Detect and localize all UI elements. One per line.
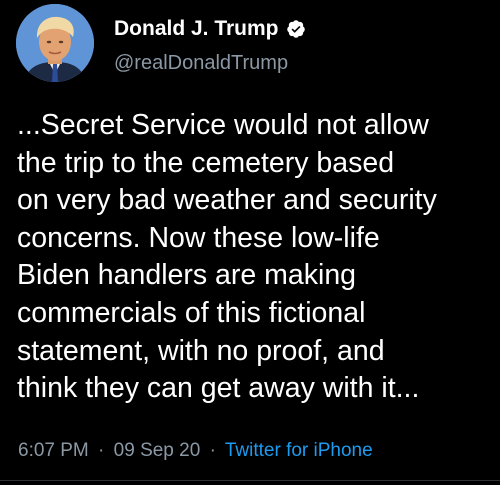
author-handle[interactable]: @realDonaldTrump xyxy=(114,52,288,75)
tweet-time[interactable]: 6:07 PM xyxy=(18,440,89,461)
tweet-text-line: think they can get away with it... xyxy=(17,372,420,405)
tweet-text-line: concerns. Now these low-life xyxy=(17,221,380,254)
tweet-text: ...Secret Service would not allow the tr… xyxy=(17,107,497,408)
author-display-name[interactable]: Donald J. Trump xyxy=(114,17,279,41)
tweet-source-link[interactable]: Twitter for iPhone xyxy=(225,440,373,461)
avatar-image xyxy=(16,4,94,82)
divider xyxy=(0,480,500,481)
verified-badge-icon xyxy=(286,19,306,39)
tweet-card: Donald J. Trump @realDonaldTrump ...Secr… xyxy=(0,0,500,485)
tweet-text-line: statement, with no proof, and xyxy=(17,334,385,367)
tweet-date[interactable]: 09 Sep 20 xyxy=(114,440,201,461)
tweet-metadata: 6:07 PM · 09 Sep 20 · Twitter for iPhone xyxy=(18,440,373,462)
tweet-text-line: on very bad weather and security xyxy=(17,184,437,217)
avatar[interactable] xyxy=(16,4,94,82)
tweet-text-line: ...Secret Service would not allow xyxy=(17,109,429,141)
author-name-row: Donald J. Trump xyxy=(114,16,306,42)
meta-separator: · xyxy=(98,440,105,461)
tweet-text-line: commercials of this fictional xyxy=(17,296,366,329)
tweet-text-line: the trip to the cemetery based xyxy=(17,146,395,179)
meta-separator: · xyxy=(209,440,216,461)
tweet-text-line: Biden handlers are making xyxy=(17,259,357,292)
